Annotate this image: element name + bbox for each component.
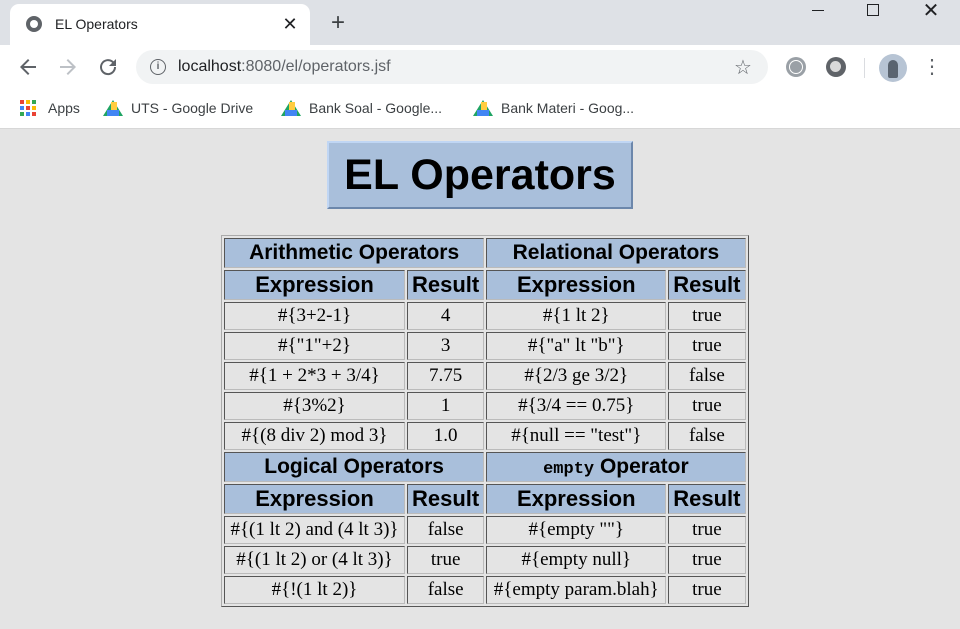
expression-cell: #{empty param.blah} [486, 576, 667, 604]
operators-table: Arithmetic Operators Relational Operator… [221, 235, 749, 607]
google-drive-icon [281, 100, 301, 116]
google-drive-icon [103, 100, 123, 116]
profile-avatar[interactable] [879, 54, 907, 82]
expression-cell: #{2/3 ge 3/2} [486, 362, 667, 390]
expression-cell: #{(1 lt 2) or (4 lt 3)} [224, 546, 405, 574]
info-icon[interactable]: i [150, 59, 166, 75]
bookmarks-bar: Apps UTS - Google Drive Bank Soal - Goog… [0, 90, 960, 129]
result-cell: true [668, 516, 746, 544]
column-header-result: Result [668, 270, 746, 300]
expression-cell: #{empty ""} [486, 516, 667, 544]
result-cell: 1 [407, 392, 485, 420]
expression-cell: #{empty null} [486, 546, 667, 574]
column-header-result: Result [668, 484, 746, 514]
table-row: #{"1"+2} 3 #{"a" lt "b"} true [224, 332, 746, 360]
expression-cell: #{1 lt 2} [486, 302, 667, 330]
back-arrow-icon[interactable] [16, 55, 40, 79]
expression-cell: #{!(1 lt 2)} [224, 576, 405, 604]
result-cell: true [668, 392, 746, 420]
bookmark-label: UTS - Google Drive [131, 100, 254, 116]
bookmark-label: Bank Soal - Google... [309, 100, 443, 116]
result-cell: 4 [407, 302, 485, 330]
expression-cell: #{3/4 == 0.75} [486, 392, 667, 420]
extension-icon[interactable] [826, 57, 846, 77]
tab-strip: EL Operators ✕ + ✕ [0, 0, 960, 45]
column-header-expression: Expression [224, 270, 405, 300]
apps-grid-icon [20, 100, 36, 116]
table-row: #{3%2} 1 #{3/4 == 0.75} true [224, 392, 746, 420]
result-cell: false [407, 576, 485, 604]
result-cell: 3 [407, 332, 485, 360]
table-row: #{(8 div 2) mod 3} 1.0 #{null == "test"}… [224, 422, 746, 450]
expression-cell: #{"a" lt "b"} [486, 332, 667, 360]
result-cell: false [668, 362, 746, 390]
expression-cell: #{3+2-1} [224, 302, 405, 330]
result-cell: true [407, 546, 485, 574]
section-header-arithmetic: Arithmetic Operators [224, 238, 485, 268]
page-content: EL Operators Arithmetic Operators Relati… [0, 129, 960, 629]
column-header-expression: Expression [486, 270, 667, 300]
result-cell: 1.0 [407, 422, 485, 450]
reload-icon[interactable] [96, 55, 120, 79]
result-cell: false [407, 516, 485, 544]
table-row: #{!(1 lt 2)} false #{empty param.blah} t… [224, 576, 746, 604]
url-path: :8080/el/operators.jsf [241, 58, 391, 75]
table-row: Expression Result Expression Result [224, 484, 746, 514]
result-cell: true [668, 546, 746, 574]
expression-cell: #{"1"+2} [224, 332, 405, 360]
column-header-result: Result [407, 270, 485, 300]
result-cell: true [668, 576, 746, 604]
star-icon[interactable]: ☆ [734, 55, 752, 80]
column-header-expression: Expression [486, 484, 667, 514]
result-cell: 7.75 [407, 362, 485, 390]
maximize-button[interactable] [848, 0, 898, 30]
table-row: Arithmetic Operators Relational Operator… [224, 238, 746, 268]
expression-cell: #{(1 lt 2) and (4 lt 3)} [224, 516, 405, 544]
result-cell: true [668, 302, 746, 330]
table-row: #{(1 lt 2) and (4 lt 3)} false #{empty "… [224, 516, 746, 544]
bookmark-label: Apps [48, 100, 80, 116]
minimize-button[interactable] [794, 0, 844, 30]
page-title: EL Operators [327, 141, 633, 209]
expression-cell: #{3%2} [224, 392, 405, 420]
table-row: Expression Result Expression Result [224, 270, 746, 300]
url-host: localhost [178, 58, 242, 75]
google-drive-icon [473, 100, 493, 116]
bookmark-label: Bank Materi - Goog... [501, 100, 635, 116]
extension-icon[interactable] [786, 57, 806, 77]
result-cell: false [668, 422, 746, 450]
empty-keyword: empty [543, 460, 595, 479]
section-header-empty: empty Operator [486, 452, 746, 482]
table-row: Logical Operators empty Operator [224, 452, 746, 482]
close-icon[interactable]: ✕ [278, 12, 302, 36]
address-bar[interactable]: i localhost:8080/el/operators.jsf ☆ [136, 50, 768, 84]
browser-toolbar: i localhost:8080/el/operators.jsf ☆ ⋮ [0, 45, 960, 90]
globe-icon [26, 16, 42, 32]
tab-title: EL Operators [55, 16, 138, 32]
section-header-empty-label: Operator [594, 455, 689, 478]
table-row: #{(1 lt 2) or (4 lt 3)} true #{empty nul… [224, 546, 746, 574]
new-tab-button[interactable]: + [324, 10, 352, 38]
column-header-result: Result [407, 484, 485, 514]
result-cell: true [668, 332, 746, 360]
table-row: #{1 + 2*3 + 3/4} 7.75 #{2/3 ge 3/2} fals… [224, 362, 746, 390]
browser-tab[interactable]: EL Operators ✕ [10, 4, 310, 45]
url-text[interactable]: localhost:8080/el/operators.jsf [178, 58, 391, 76]
expression-cell: #{null == "test"} [486, 422, 667, 450]
column-header-expression: Expression [224, 484, 405, 514]
window-close-button[interactable]: ✕ [906, 0, 956, 30]
expression-cell: #{(8 div 2) mod 3} [224, 422, 405, 450]
expression-cell: #{1 + 2*3 + 3/4} [224, 362, 405, 390]
toolbar-divider [864, 58, 865, 78]
table-row: #{3+2-1} 4 #{1 lt 2} true [224, 302, 746, 330]
forward-arrow-icon[interactable] [56, 55, 80, 79]
section-header-logical: Logical Operators [224, 452, 485, 482]
menu-dots-icon[interactable]: ⋮ [922, 55, 942, 79]
section-header-relational: Relational Operators [486, 238, 746, 268]
